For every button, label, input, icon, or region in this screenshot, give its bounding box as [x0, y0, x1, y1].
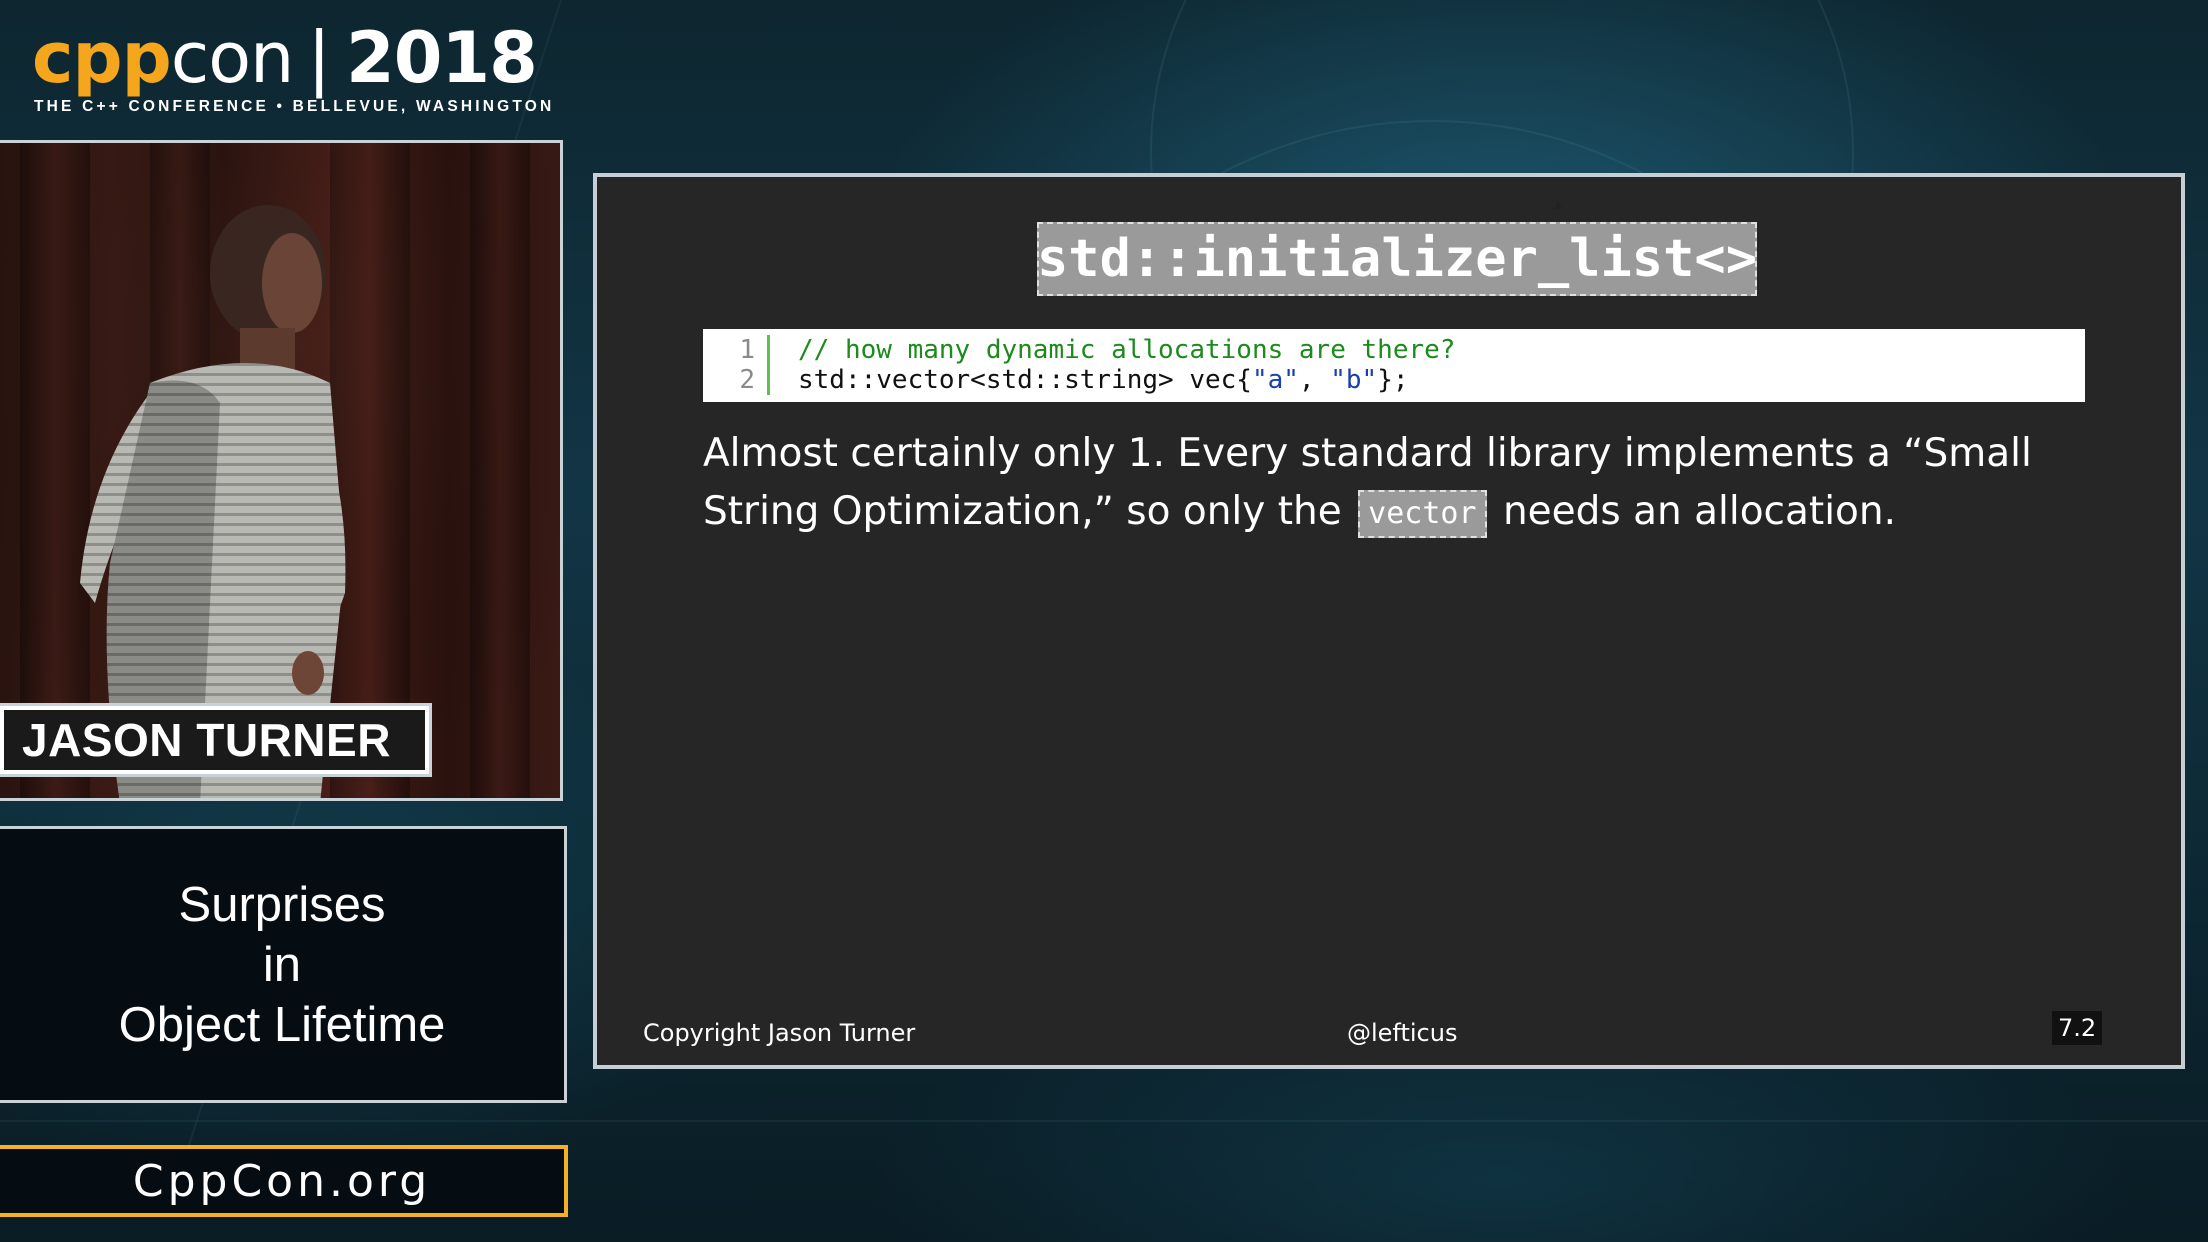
slide-handle: @lefticus	[1347, 1019, 1458, 1047]
code-token: ,	[1298, 365, 1331, 395]
slide-title: std::initializer_list<>	[1037, 222, 1757, 296]
code-token: std::vector<std::string> vec{	[798, 365, 1252, 395]
logo-tagline: THE C++ CONFERENCE • BELLEVUE, WASHINGTO…	[34, 98, 555, 115]
speaker-name-badge-inner: JASON TURNER	[4, 710, 425, 770]
slide-body-text: Almost certainly only 1. Every standard …	[703, 425, 2103, 541]
code-line: 2 std::vector<std::string> vec{"a", "b"}…	[703, 365, 2085, 395]
code-gutter	[767, 365, 770, 395]
mouse-cursor-icon: ▲	[1551, 196, 1565, 212]
body-text-part: needs an allocation.	[1502, 489, 1897, 534]
line-number: 1	[739, 335, 755, 365]
talk-title-line: in	[262, 937, 302, 992]
logo-separator: |	[307, 17, 331, 99]
code-string: "a"	[1251, 365, 1299, 395]
website-url: CppCon.org	[132, 1155, 432, 1207]
code-string: "b"	[1330, 365, 1378, 395]
logo-cpp: cpp	[32, 17, 172, 99]
code-line: 1 // how many dynamic allocations are th…	[703, 335, 2085, 365]
speaker-video	[0, 140, 563, 801]
logo-wordmark: cppcon | 2018	[32, 17, 538, 99]
slide-copyright: Copyright Jason Turner	[643, 1019, 916, 1047]
cppcon-logo: cppcon | 2018 THE C++ CONFERENCE • BELLEVU…	[32, 18, 552, 118]
code-token: };	[1377, 365, 1409, 395]
code-comment: // how many dynamic allocations are ther…	[798, 335, 1456, 365]
inline-code: vector	[1358, 489, 1487, 538]
talk-title-line: Object Lifetime	[118, 997, 446, 1052]
talk-title-panel: Surprises in Object Lifetime	[0, 826, 567, 1103]
code-block: 1 // how many dynamic allocations are th…	[703, 329, 2085, 402]
logo-year: 2018	[346, 17, 538, 99]
slide-number: 7.2	[2052, 1011, 2103, 1045]
speaker-name-badge: JASON TURNER	[0, 703, 432, 777]
video-frame: cppcon | 2018 THE C++ CONFERENCE • BELLEVU…	[0, 0, 2208, 1242]
code-gutter	[767, 335, 770, 365]
code-text: // how many dynamic allocations are ther…	[798, 335, 1455, 365]
logo-con: con	[170, 17, 295, 99]
talk-title-line: Surprises	[178, 877, 386, 932]
speaker-name: JASON TURNER	[22, 714, 391, 766]
code-text: std::vector<std::string> vec{"a", "b"};	[798, 365, 1409, 395]
website-banner: CppCon.org	[0, 1145, 568, 1217]
presentation-slide: std::initializer_list<> 1 // how many dy…	[593, 173, 2185, 1069]
background-line	[0, 1120, 2208, 1122]
line-number: 2	[739, 365, 755, 395]
